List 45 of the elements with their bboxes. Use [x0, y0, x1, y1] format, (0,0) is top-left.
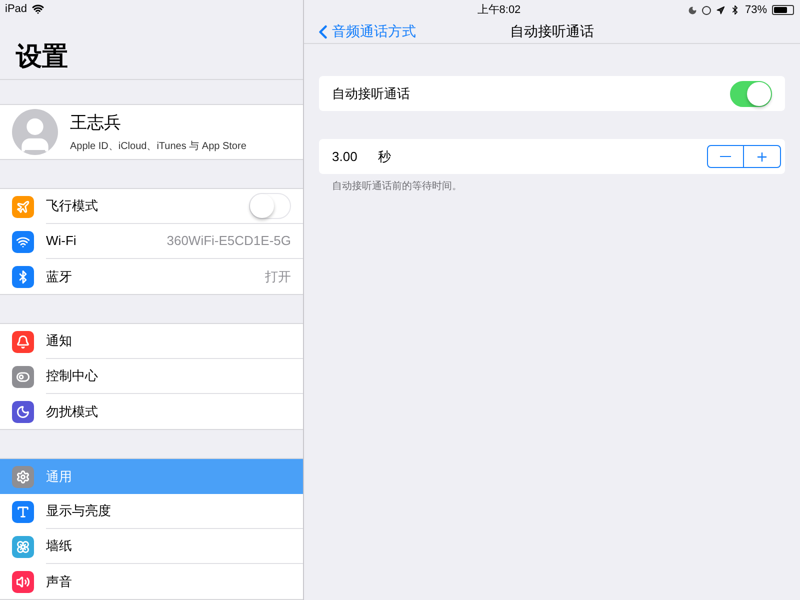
- stepper-value: 3.00: [332, 148, 358, 166]
- row-label: Wi-Fi: [46, 232, 78, 250]
- settings-row[interactable]: 勿扰模式: [0, 394, 303, 429]
- row-label: 控制中心: [46, 367, 99, 386]
- profile-name: 王志兵: [70, 112, 122, 134]
- stepper-unit: 秒: [378, 148, 392, 166]
- battery-icon: [772, 5, 794, 15]
- row-label: 显示与亮度: [46, 502, 112, 520]
- profile-row[interactable]: 王志兵 Apple ID、iCloud、iTunes 与 App Store: [0, 104, 303, 160]
- row-label: 通用: [46, 468, 73, 486]
- auto-answer-toggle[interactable]: [730, 80, 772, 106]
- clock: 上午8:02: [477, 2, 521, 18]
- row-label: 勿扰模式: [46, 402, 99, 421]
- settings-row[interactable]: Wi-Fi 360WiFi-E5CD1E-5G: [0, 224, 303, 259]
- page-title: 设置: [16, 42, 68, 73]
- row-label: 飞行模式: [46, 197, 99, 216]
- location-icon: [716, 6, 725, 14]
- toggle-label: 自动接听通话: [332, 84, 411, 103]
- avatar-icon: [12, 109, 58, 156]
- airplane-toggle[interactable]: [249, 193, 291, 219]
- settings-row[interactable]: 墙纸: [0, 529, 303, 564]
- wifi-icon: [32, 2, 44, 15]
- device-name: iPad: [5, 2, 28, 17]
- stepper[interactable]: [707, 145, 781, 168]
- settings-row[interactable]: 飞行模式: [0, 189, 303, 224]
- footer-note: 自动接听通话前的等待时间。: [331, 180, 463, 194]
- profile-subtitle: Apple ID、iCloud、iTunes 与 App Store: [70, 140, 246, 154]
- settings-row[interactable]: 蓝牙 打开: [0, 259, 303, 294]
- minus-icon: [720, 156, 731, 158]
- settings-row[interactable]: 通知: [0, 324, 303, 359]
- moon-icon: [688, 6, 697, 14]
- plus-icon: [755, 150, 769, 164]
- battery-percent: 73%: [744, 2, 767, 18]
- settings-row[interactable]: 声音: [0, 564, 303, 599]
- row-label: 声音: [46, 572, 73, 591]
- bluetooth-icon: [730, 5, 740, 15]
- settings-row[interactable]: 显示与亮度: [0, 494, 303, 529]
- row-label: 墙纸: [46, 537, 73, 556]
- settings-row[interactable]: 控制中心: [0, 359, 303, 394]
- rotation-lock-icon: [702, 6, 711, 14]
- nav-title: 自动接听通话: [510, 22, 594, 41]
- row-value: 打开: [265, 268, 291, 286]
- row-label: 蓝牙: [46, 268, 73, 286]
- row-label: 通知: [46, 332, 73, 350]
- row-value: 360WiFi-E5CD1E-5G: [166, 232, 291, 250]
